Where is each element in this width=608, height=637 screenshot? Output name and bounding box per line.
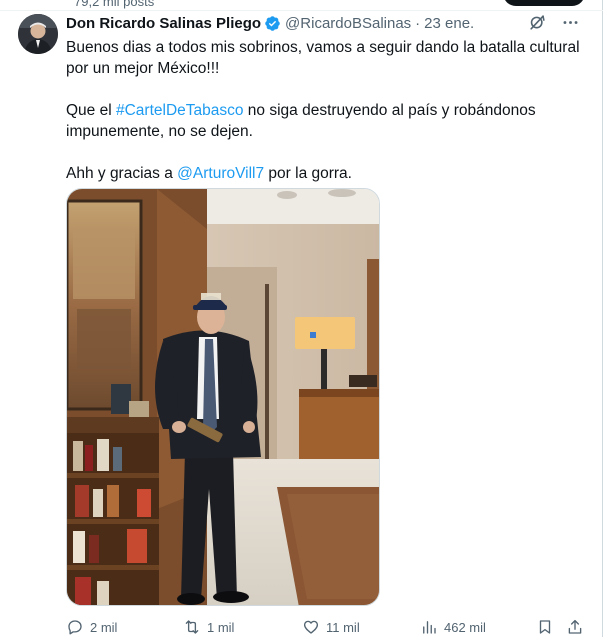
share-button[interactable] xyxy=(566,618,584,636)
grok-icon[interactable] xyxy=(528,13,547,32)
hashtag-link[interactable]: #CartelDeTabasco xyxy=(116,102,244,119)
heart-icon xyxy=(303,620,319,634)
tweet-paragraph-3: Ahh y gracias a @ArturoVill7 por la gorr… xyxy=(66,163,586,184)
repost-count: 1 mil xyxy=(207,619,235,635)
tweet-photo[interactable] xyxy=(66,188,380,606)
tweet-text: Buenos dias a todos mis sobrinos, vamos … xyxy=(66,37,586,205)
bookmark-icon xyxy=(539,620,551,634)
timeline-column: 79,2 mil posts Don Ricardo Salinas Plieg… xyxy=(0,0,603,637)
views-count: 462 mil xyxy=(444,619,486,635)
verified-badge-icon[interactable] xyxy=(264,15,281,32)
tweet-actions: 2 mil 1 mil 11 mil 462 mil xyxy=(66,618,586,637)
tweet-date[interactable]: 23 ene. xyxy=(424,15,474,32)
reply-icon xyxy=(68,620,82,635)
more-icon[interactable] xyxy=(561,13,580,32)
tweet-paragraph-1: Buenos dias a todos mis sobrinos, vamos … xyxy=(66,37,586,79)
views-button[interactable]: 462 mil xyxy=(420,618,486,636)
author-name[interactable]: Don Ricardo Salinas Pliego xyxy=(66,15,261,32)
office-photo xyxy=(67,189,379,605)
follow-button[interactable] xyxy=(503,0,585,6)
share-icon xyxy=(568,619,582,634)
reply-button[interactable]: 2 mil xyxy=(66,618,117,636)
bookmark-button[interactable] xyxy=(536,618,554,636)
repost-icon xyxy=(185,620,199,634)
divider xyxy=(0,10,603,11)
tweet-text-line-2-prefix: Que el xyxy=(66,102,116,119)
like-count: 11 mil xyxy=(326,619,360,635)
tweet-text-line-3-prefix: Ahh y gracias a xyxy=(66,165,178,182)
separator-dot: · xyxy=(415,14,421,32)
mention-link[interactable]: @ArturoVill7 xyxy=(177,165,264,182)
tweet-header: Don Ricardo Salinas Pliego @RicardoBSali… xyxy=(66,12,582,34)
tweet-paragraph-2: Que el #CartelDeTabasco no siga destruye… xyxy=(66,100,586,142)
tweet-text-line-3-suffix: por la gorra. xyxy=(264,165,352,182)
like-button[interactable]: 11 mil xyxy=(302,618,360,636)
avatar-image xyxy=(18,14,58,54)
repost-button[interactable]: 1 mil xyxy=(183,618,234,636)
avatar[interactable] xyxy=(18,14,58,54)
reply-count: 2 mil xyxy=(90,619,118,635)
author-handle[interactable]: @RicardoBSalinas xyxy=(285,15,411,32)
header-actions xyxy=(528,13,580,32)
tweet-text-line-1: Buenos dias a todos mis sobrinos, vamos … xyxy=(66,39,580,77)
views-chart-icon xyxy=(423,621,436,634)
posts-count: 79,2 mil posts xyxy=(74,0,155,9)
